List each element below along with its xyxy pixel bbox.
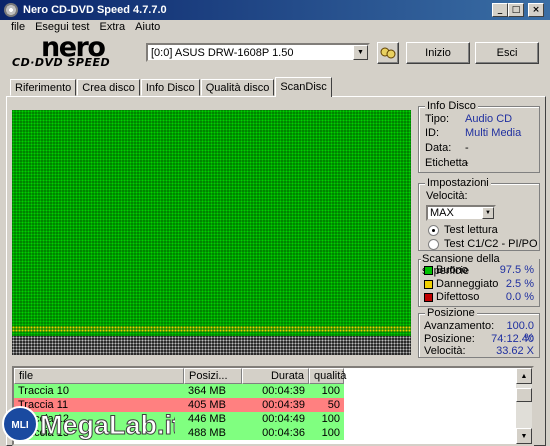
watermark-badge: MLI (11, 420, 28, 431)
scroll-up-icon[interactable]: ▲ (516, 368, 532, 384)
column-position[interactable]: Posizi... (184, 368, 242, 384)
cell-position: 405 MB (188, 399, 226, 411)
position-title: Posizione (425, 307, 477, 319)
menu-aiuto[interactable]: Aiuto (130, 20, 165, 36)
radio-read-test-label: Test lettura (444, 224, 498, 236)
radio-read-test[interactable]: Test lettura (428, 224, 498, 236)
position-speed: Velocità: 33.62 X (424, 345, 534, 357)
drive-select-value: [0:0] ASUS DRW-1608P 1.50 (151, 46, 294, 59)
tab-qualita-disco[interactable]: Qualità disco (200, 79, 275, 96)
cell-duration: 00:04:49 (262, 413, 305, 425)
megalab-watermark: MLI MegaLab.it (2, 406, 175, 442)
chevron-down-icon[interactable]: ▼ (353, 45, 368, 60)
settings-title: Impostazioni (425, 177, 491, 189)
legend-damaged: Danneggiato 2.5 % (424, 278, 534, 290)
cell-quality: 100 (321, 385, 340, 397)
legend-value: 2.5 % (505, 278, 534, 290)
close-button[interactable]: × (528, 3, 544, 17)
position-value: 74:12.40 (491, 333, 534, 345)
position-value: 33.62 X (496, 345, 534, 357)
window-title: Nero CD-DVD Speed 4.7.7.0 (23, 4, 167, 16)
radio-c1c2-test[interactable]: Test C1/C2 - PI/PO (428, 238, 538, 250)
watermark-text: MegaLab.it (40, 410, 175, 440)
start-button[interactable]: Inizio (406, 42, 470, 64)
speed-select-value: MAX (430, 207, 454, 219)
legend-value: 97.5 % (499, 264, 534, 276)
radio-dot-icon (428, 224, 439, 236)
tab-crea-disco[interactable]: Crea disco (77, 79, 140, 96)
disc-info-row: Tipo: Audio CD (425, 113, 537, 125)
tab-scandisc[interactable]: ScanDisc (275, 77, 332, 97)
tab-strip: Riferimento Crea disco Info Disco Qualit… (10, 77, 333, 97)
disc-info-title: Info Disco (425, 100, 478, 112)
cell-duration: 00:04:36 (262, 427, 305, 439)
disc-info-row: Data: - (425, 142, 537, 154)
radio-c1c2-label: Test C1/C2 - PI/PO (444, 238, 538, 250)
menu-file[interactable]: file (6, 20, 30, 36)
cell-quality: 100 (321, 413, 340, 425)
exit-button[interactable]: Esci (475, 42, 539, 64)
tab-riferimento[interactable]: Riferimento (10, 79, 77, 96)
title-bar: Nero CD-DVD Speed 4.7.7.0 _ □ × (0, 0, 550, 20)
disc-info-row: Etichetta - (425, 157, 537, 169)
cell-quality: 50 (327, 399, 340, 411)
column-duration[interactable]: Durata (242, 368, 309, 384)
radio-dot-icon (428, 238, 439, 250)
disc-info-key: Tipo: (425, 113, 450, 125)
nero-logo: nero CD·DVD SPEED (8, 32, 143, 70)
disc-info-key: Etichetta (425, 157, 468, 169)
disc-info-key: ID: (425, 127, 440, 139)
speed-label: Velocità: (426, 190, 468, 202)
cell-position: 488 MB (188, 427, 226, 439)
minimize-button[interactable]: _ (492, 3, 508, 17)
disc-info-value: Audio CD (465, 113, 513, 125)
legend-value: 0.0 % (505, 291, 534, 303)
disc-info-key: Data: (425, 142, 452, 154)
cell-position: 446 MB (188, 413, 226, 425)
position-label: Posizione: (424, 333, 475, 345)
disc-info-group: Info Disco Tipo: Audio CD ID: Multi Medi… (418, 100, 540, 173)
position-label: Velocità: (424, 345, 466, 357)
refresh-drive-button[interactable] (377, 42, 399, 64)
app-icon (4, 3, 18, 17)
good-swatch-icon (424, 265, 433, 275)
cell-quality: 100 (321, 427, 340, 439)
damaged-band (12, 329, 411, 332)
cell-duration: 00:04:39 (262, 385, 305, 397)
damaged-swatch-icon (424, 279, 433, 289)
column-file[interactable]: file (14, 368, 184, 384)
scroll-thumb[interactable] (516, 388, 532, 402)
disc-info-value: - (465, 157, 469, 169)
position-time: Posizione: 74:12.40 (424, 333, 534, 345)
legend-label: Danneggiato (436, 278, 499, 290)
logo-product: CD·DVD SPEED (12, 56, 111, 69)
drive-select[interactable]: [0:0] ASUS DRW-1608P 1.50 ▼ (146, 43, 370, 62)
unread-area (12, 336, 411, 355)
disc-info-value: - (465, 142, 469, 154)
maximize-button[interactable]: □ (508, 3, 524, 17)
table-scrollbar[interactable]: ▲ ▼ (516, 368, 532, 444)
legend-label: Buono (436, 264, 468, 276)
column-quality[interactable]: qualità (309, 368, 346, 384)
speed-select[interactable]: MAX ▼ (426, 205, 496, 221)
disc-info-value: Multi Media (465, 127, 522, 139)
legend-good: Buono 97.5 % (424, 264, 534, 276)
link-icon (380, 47, 396, 59)
cell-duration: 00:04:39 (262, 399, 305, 411)
cell-position: 364 MB (188, 385, 226, 397)
legend-defective: Difettoso 0.0 % (424, 291, 534, 303)
tab-info-disco[interactable]: Info Disco (140, 79, 200, 96)
scroll-down-icon[interactable]: ▼ (516, 428, 532, 444)
legend-label: Difettoso (436, 291, 480, 303)
scan-graph (12, 110, 411, 355)
defective-swatch-icon (424, 292, 433, 302)
chevron-down-icon[interactable]: ▼ (482, 207, 494, 219)
disc-info-row: ID: Multi Media (425, 127, 537, 139)
table-header: file Posizi... Durata qualità (14, 368, 346, 384)
